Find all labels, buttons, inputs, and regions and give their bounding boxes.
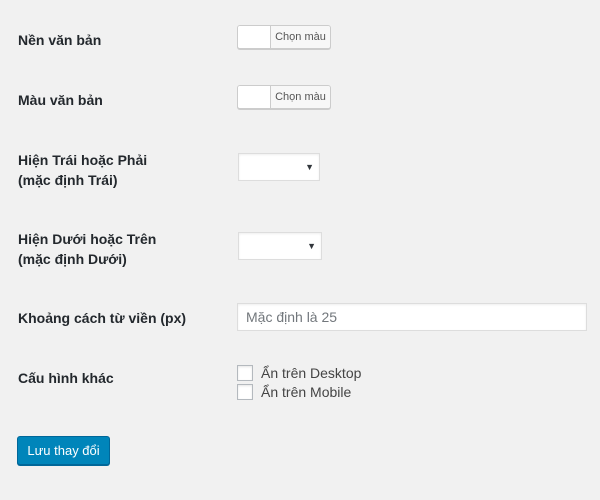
left-right-label-line2: (mặc định Trái)	[18, 172, 118, 188]
hide-desktop-option[interactable]: Ẩn trên Desktop	[237, 364, 361, 382]
margin-input[interactable]	[237, 303, 587, 331]
other-settings-label: Cấu hình khác	[18, 370, 114, 386]
bottom-top-select[interactable]: ▼	[238, 232, 322, 260]
margin-label: Khoảng cách từ viền (px)	[18, 310, 187, 326]
save-changes-button[interactable]: Lưu thay đổi	[17, 436, 110, 465]
text-color-button-label: Chọn màu	[271, 86, 330, 108]
chevron-down-icon: ▼	[307, 241, 316, 251]
text-color-label: Màu văn bản	[18, 92, 103, 108]
hide-desktop-label: Ẩn trên Desktop	[261, 365, 362, 381]
hide-desktop-checkbox[interactable]	[237, 365, 253, 381]
hide-mobile-checkbox[interactable]	[237, 384, 253, 400]
text-color-swatch	[238, 86, 271, 108]
bg-color-swatch	[238, 26, 271, 48]
settings-form: Nền văn bản Chọn màu Màu văn bản Chọn mà…	[0, 0, 600, 500]
bottom-top-label-line2: (mặc định Dưới)	[18, 251, 127, 267]
text-color-picker-button[interactable]: Chọn màu	[237, 85, 331, 109]
bottom-top-label: Hiện Dưới hoặc Trên (mặc định Dưới)	[18, 229, 156, 269]
bg-color-picker-button[interactable]: Chọn màu	[237, 25, 331, 49]
chevron-down-icon: ▼	[305, 162, 314, 172]
bg-color-label: Nền văn bản	[18, 32, 102, 48]
left-right-label-line1: Hiện Trái hoặc Phải	[18, 152, 148, 168]
hide-mobile-option[interactable]: Ẩn trên Mobile	[237, 383, 351, 401]
hide-mobile-label: Ẩn trên Mobile	[261, 384, 352, 400]
left-right-label: Hiện Trái hoặc Phải (mặc định Trái)	[18, 150, 147, 190]
bottom-top-label-line1: Hiện Dưới hoặc Trên	[18, 231, 157, 247]
bg-color-button-label: Chọn màu	[271, 26, 330, 48]
left-right-select[interactable]: ▼	[238, 153, 320, 181]
